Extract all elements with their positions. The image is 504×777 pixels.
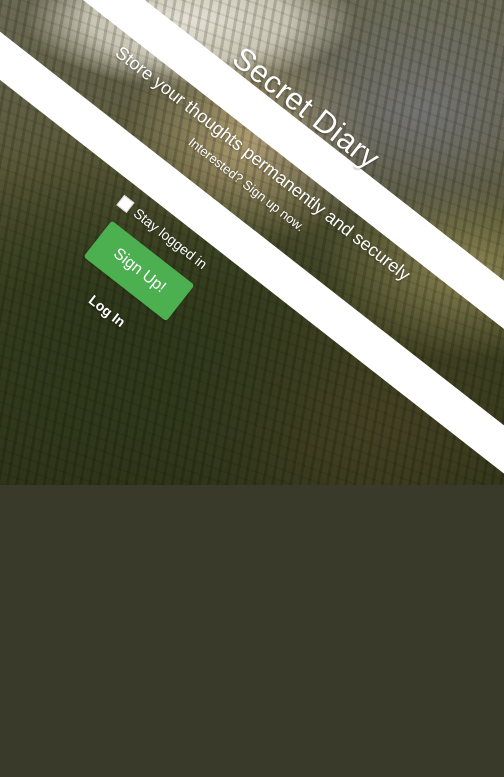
log-in-link[interactable]: Log In <box>86 292 129 330</box>
stay-logged-in-checkbox[interactable] <box>116 194 135 213</box>
